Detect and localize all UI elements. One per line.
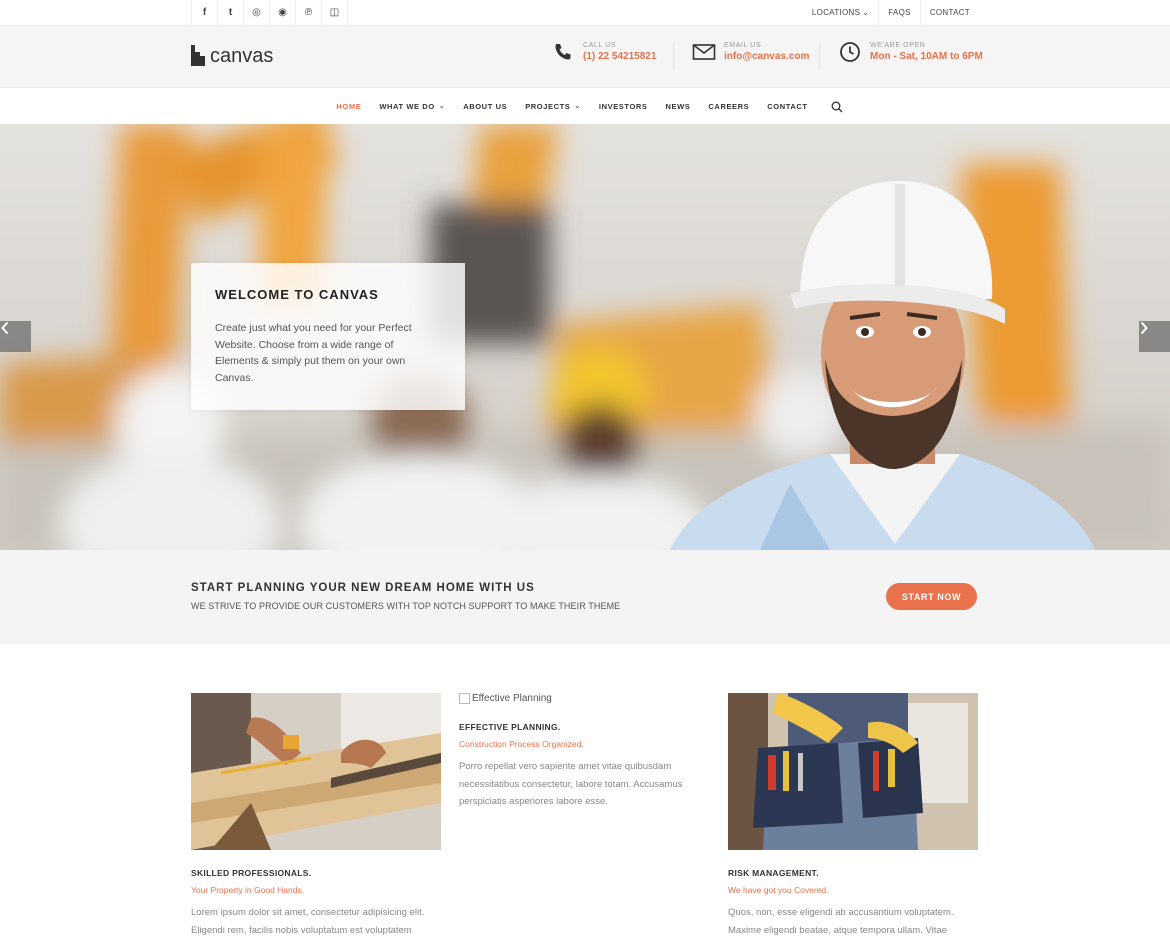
next-slide-button[interactable]	[1139, 321, 1170, 352]
phone-icon	[551, 40, 575, 64]
nav-news[interactable]: NEWS	[666, 102, 691, 111]
nav-news-label: NEWS	[665, 101, 691, 111]
nav-what-we-do-label: WHAT WE DO	[379, 101, 435, 111]
feature-subtitle: Construction Process Organized.	[459, 739, 584, 749]
chevron-down-icon: ⌄	[438, 103, 446, 110]
nav-contact[interactable]: CONTACT	[767, 102, 807, 111]
instagram-glyph: ◫	[329, 7, 340, 18]
dribbble-icon[interactable]: ◎	[244, 0, 270, 25]
faqs-label: FAQS	[888, 8, 911, 17]
github-icon[interactable]: ◉	[270, 0, 296, 25]
dribbble-glyph: ◎	[252, 7, 261, 18]
main-navigation: HOME WHAT WE DO ⌄ ABOUT US PROJECTS ⌄ INVE…	[0, 88, 1170, 124]
feature-subtitle: We have got you Covered.	[728, 885, 829, 895]
locations-label: LOCATIONS	[811, 8, 861, 17]
hero-background-image	[0, 124, 1170, 550]
broken-image-icon	[459, 693, 470, 704]
hero-slider	[0, 124, 1170, 550]
feature-title: SKILLED PROFESSIONALS.	[191, 868, 312, 878]
email-us-info: EMAIL US info@canvas.com	[692, 40, 809, 64]
nav-home-label: HOME	[336, 101, 362, 111]
logo[interactable]: canvas	[191, 45, 273, 66]
contact-label: CONTACT	[929, 8, 970, 17]
chevron-down-icon: ⌄	[862, 8, 870, 17]
feature-description: Quos, non, esse eligendi ab accusantium …	[728, 907, 954, 936]
email-address[interactable]: info@canvas.com	[724, 50, 809, 64]
feature-risk-management: RISK MANAGEMENT. We have got you Covered…	[728, 693, 978, 939]
welcome-caption-box: WELCOME TO CANVAS Create just what you n…	[191, 263, 465, 410]
nav-investors-label: INVESTORS	[598, 101, 648, 111]
feature-title: EFFECTIVE PLANNING.	[459, 722, 561, 732]
email-us-label: EMAIL US	[724, 41, 762, 49]
twitter-icon[interactable]: t	[218, 0, 244, 25]
nav-careers-label: CAREERS	[708, 101, 750, 111]
nav-what-we-do[interactable]: WHAT WE DO ⌄	[379, 102, 445, 111]
risk-management-image	[728, 693, 978, 850]
opening-hours-label: WE'ARE OPEN	[870, 41, 926, 49]
facebook-glyph: f	[202, 7, 207, 18]
github-glyph: ◉	[278, 7, 287, 18]
feature-subtitle: Your Property in Good Hands.	[191, 885, 305, 895]
logo-text: canvas	[210, 45, 274, 67]
twitter-glyph: t	[228, 7, 233, 18]
mail-icon	[692, 40, 716, 64]
promo-title: START PLANNING YOUR NEW DREAM HOME WITH …	[191, 582, 535, 594]
feature-effective-planning: Effective Planning EFFECTIVE PLANNING. C…	[459, 693, 709, 811]
search-icon[interactable]	[831, 100, 843, 113]
feature-title: RISK MANAGEMENT.	[728, 868, 819, 878]
contact-link-top[interactable]: CONTACT	[919, 0, 979, 25]
phone-number[interactable]: (1) 22 54215821	[583, 50, 656, 64]
welcome-text: Create just what you need for your Perfe…	[215, 322, 412, 384]
call-us-label: CALL US	[583, 41, 617, 49]
facebook-icon[interactable]: f	[191, 0, 218, 25]
image-alt-text: Effective Planning	[472, 693, 552, 704]
nav-careers[interactable]: CAREERS	[708, 102, 749, 111]
nav-about-us[interactable]: ABOUT US	[463, 102, 507, 111]
pinterest-glyph: ℗	[304, 7, 313, 18]
pinterest-icon[interactable]: ℗	[296, 0, 322, 25]
chevron-down-icon: ⌄	[574, 103, 581, 110]
nav-investors[interactable]: INVESTORS	[599, 102, 648, 111]
opening-hours-value: Mon - Sat, 10AM to 6PM	[870, 50, 983, 62]
welcome-title: WELCOME TO CANVAS	[215, 287, 379, 302]
skilled-professionals-image	[191, 693, 441, 850]
instagram-icon[interactable]: ◫	[322, 0, 348, 25]
logo-icon	[191, 45, 205, 66]
top-bar: f t ◎ ◉ ℗ ◫ LOCATIONS ⌄ FAQS CONTACT	[0, 0, 1170, 26]
effective-planning-image-placeholder: Effective Planning	[459, 693, 709, 704]
feature-description: Porro repellat vero sapiente amet vitae …	[459, 761, 683, 807]
feature-skilled-professionals: SKILLED PROFESSIONALS. Your Property in …	[191, 693, 441, 939]
top-links: LOCATIONS ⌄ FAQS CONTACT	[803, 0, 979, 25]
nav-contact-label: CONTACT	[767, 101, 808, 111]
promo-subtitle: WE STRIVE TO PROVIDE OUR CUSTOMERS WITH …	[191, 601, 621, 611]
clock-icon	[838, 40, 862, 64]
promo-bar: START PLANNING YOUR NEW DREAM HOME WITH …	[0, 550, 1170, 644]
start-now-button[interactable]: START NOW	[886, 583, 977, 610]
header-divider	[673, 43, 674, 71]
feature-description: Lorem ipsum dolor sit amet, consectetur …	[191, 907, 425, 936]
nav-projects-label: PROJECTS	[525, 101, 571, 111]
nav-projects[interactable]: PROJECTS ⌄	[525, 102, 581, 111]
header-divider	[819, 43, 820, 71]
faqs-link[interactable]: FAQS	[878, 0, 920, 25]
locations-link[interactable]: LOCATIONS ⌄	[803, 0, 878, 25]
nav-home[interactable]: HOME	[336, 102, 361, 111]
prev-slide-button[interactable]	[0, 321, 31, 352]
call-us-info: CALL US (1) 22 54215821	[551, 40, 656, 64]
opening-hours-info: WE'ARE OPEN Mon - Sat, 10AM to 6PM	[838, 40, 983, 64]
nav-about-us-label: ABOUT US	[463, 101, 508, 111]
social-links: f t ◎ ◉ ℗ ◫	[191, 0, 348, 25]
